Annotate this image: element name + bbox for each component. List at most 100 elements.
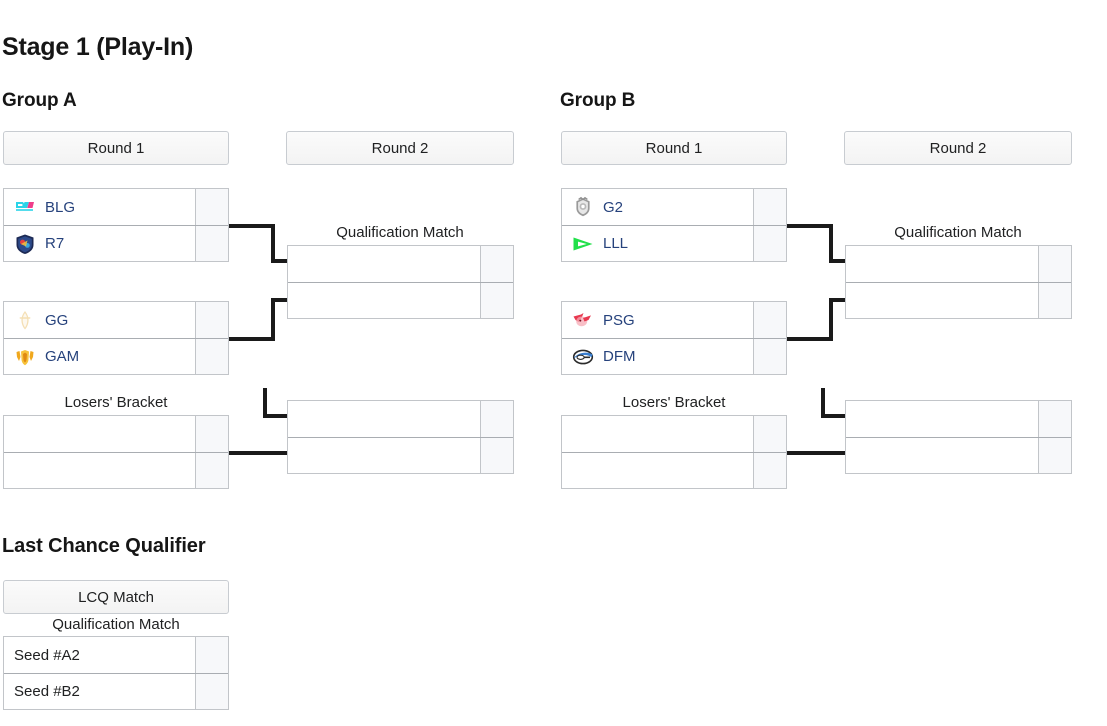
match-row[interactable]: BLG bbox=[4, 189, 228, 225]
team-entry[interactable]: BLG bbox=[4, 196, 195, 218]
connector-line bbox=[821, 414, 848, 418]
match-row[interactable] bbox=[288, 282, 513, 318]
match-row[interactable] bbox=[4, 416, 228, 452]
team-name: Seed #B2 bbox=[14, 683, 80, 700]
gam-logo bbox=[14, 346, 36, 368]
team-entry[interactable]: LLL bbox=[562, 233, 753, 255]
group-b-upper-match[interactable]: G2 LLL bbox=[561, 188, 787, 262]
match-row[interactable] bbox=[846, 401, 1071, 437]
connector-line bbox=[829, 224, 833, 263]
team-name: R7 bbox=[45, 235, 65, 252]
group-a-losers-round2-match[interactable] bbox=[287, 400, 514, 474]
team-score bbox=[753, 339, 786, 374]
team-entry[interactable]: DFM bbox=[562, 346, 753, 368]
group-a-upper-match[interactable]: BLG R7 bbox=[3, 188, 229, 262]
team-score bbox=[480, 401, 513, 437]
match-row[interactable] bbox=[562, 416, 786, 452]
team-score bbox=[480, 246, 513, 282]
group-a-round2-label: Round 2 bbox=[371, 139, 429, 157]
team-score bbox=[1038, 401, 1071, 437]
team-score bbox=[1038, 438, 1071, 473]
connector-line bbox=[229, 451, 290, 455]
match-row[interactable]: Seed #B2 bbox=[4, 673, 228, 709]
team-entry[interactable]: R7 bbox=[4, 233, 195, 255]
group-a-title: Group A bbox=[2, 90, 77, 111]
team-entry[interactable]: Seed #A2 bbox=[4, 647, 195, 664]
group-a-lower-match[interactable]: GG GAM bbox=[3, 301, 229, 375]
match-row[interactable] bbox=[4, 452, 228, 488]
match-row[interactable] bbox=[562, 452, 786, 488]
connector-line bbox=[787, 224, 833, 228]
lcq-title: Last Chance Qualifier bbox=[2, 535, 206, 557]
match-row[interactable] bbox=[288, 437, 513, 473]
team-score bbox=[195, 339, 228, 374]
psg-logo bbox=[572, 309, 594, 331]
team-score bbox=[195, 637, 228, 673]
team-score bbox=[753, 189, 786, 225]
match-row[interactable] bbox=[288, 401, 513, 437]
match-row[interactable]: Seed #A2 bbox=[4, 637, 228, 673]
team-name: BLG bbox=[45, 198, 76, 216]
group-b-lower-match[interactable]: PSG DFM bbox=[561, 301, 787, 375]
group-a-losers-caption: Losers' Bracket bbox=[64, 394, 168, 411]
connector-line bbox=[229, 224, 275, 228]
group-b-losers-match[interactable] bbox=[561, 415, 787, 489]
lcq-qualification-caption: Qualification Match bbox=[52, 616, 180, 633]
team-name: LLL bbox=[603, 235, 629, 252]
group-b-round1-label: Round 1 bbox=[645, 139, 703, 157]
match-row[interactable]: GAM bbox=[4, 338, 228, 374]
match-row[interactable]: LLL bbox=[562, 225, 786, 261]
team-entry[interactable]: GG bbox=[4, 309, 195, 331]
lcq-match-header[interactable]: LCQ Match bbox=[3, 580, 229, 614]
team-score bbox=[753, 453, 786, 488]
match-row[interactable]: G2 bbox=[562, 189, 786, 225]
team-name: GAM bbox=[45, 348, 80, 365]
bracket-page: Stage 1 (Play-In) Group A Round 1 Round … bbox=[0, 0, 1107, 726]
group-a-qualification-caption: Qualification Match bbox=[336, 224, 464, 241]
match-row[interactable] bbox=[846, 246, 1071, 282]
team-score bbox=[753, 302, 786, 338]
group-b-losers-caption: Losers' Bracket bbox=[622, 394, 726, 411]
team-name: GG bbox=[45, 311, 69, 329]
group-b-qualification-match[interactable] bbox=[845, 245, 1072, 319]
team-score bbox=[1038, 283, 1071, 318]
r7-logo bbox=[14, 233, 36, 255]
team-score bbox=[195, 416, 228, 452]
team-entry[interactable]: GAM bbox=[4, 346, 195, 368]
team-entry[interactable]: Seed #B2 bbox=[4, 683, 195, 700]
connector-line bbox=[829, 298, 833, 341]
group-b-qualification-caption: Qualification Match bbox=[894, 224, 1022, 241]
team-score bbox=[195, 674, 228, 709]
match-row[interactable]: R7 bbox=[4, 225, 228, 261]
team-score bbox=[480, 438, 513, 473]
group-a-round1-header[interactable]: Round 1 bbox=[3, 131, 229, 165]
group-b-losers-round2-match[interactable] bbox=[845, 400, 1072, 474]
dfm-logo bbox=[572, 346, 594, 368]
match-row[interactable]: GG bbox=[4, 302, 228, 338]
lcq-match[interactable]: Seed #A2 Seed #B2 bbox=[3, 636, 229, 710]
connector-line bbox=[229, 337, 275, 341]
group-a-round2-header[interactable]: Round 2 bbox=[286, 131, 514, 165]
group-a-losers-match[interactable] bbox=[3, 415, 229, 489]
group-b-round2-header[interactable]: Round 2 bbox=[844, 131, 1072, 165]
team-entry[interactable]: G2 bbox=[562, 196, 753, 218]
match-row[interactable] bbox=[846, 437, 1071, 473]
match-row[interactable] bbox=[846, 282, 1071, 318]
team-score bbox=[195, 302, 228, 338]
connector-line bbox=[787, 451, 848, 455]
lcq-match-header-label: LCQ Match bbox=[78, 588, 154, 606]
match-row[interactable]: DFM bbox=[562, 338, 786, 374]
group-a-qualification-match[interactable] bbox=[287, 245, 514, 319]
group-b-title: Group B bbox=[560, 90, 636, 111]
group-b-round1-header[interactable]: Round 1 bbox=[561, 131, 787, 165]
team-entry[interactable]: PSG bbox=[562, 309, 753, 331]
match-row[interactable] bbox=[288, 246, 513, 282]
group-a-round1-label: Round 1 bbox=[87, 139, 145, 157]
g2-logo bbox=[572, 196, 594, 218]
gg-logo bbox=[14, 309, 36, 331]
match-row[interactable]: PSG bbox=[562, 302, 786, 338]
team-score bbox=[195, 453, 228, 488]
team-score bbox=[1038, 246, 1071, 282]
connector-line bbox=[787, 337, 833, 341]
team-name: DFM bbox=[603, 348, 636, 365]
